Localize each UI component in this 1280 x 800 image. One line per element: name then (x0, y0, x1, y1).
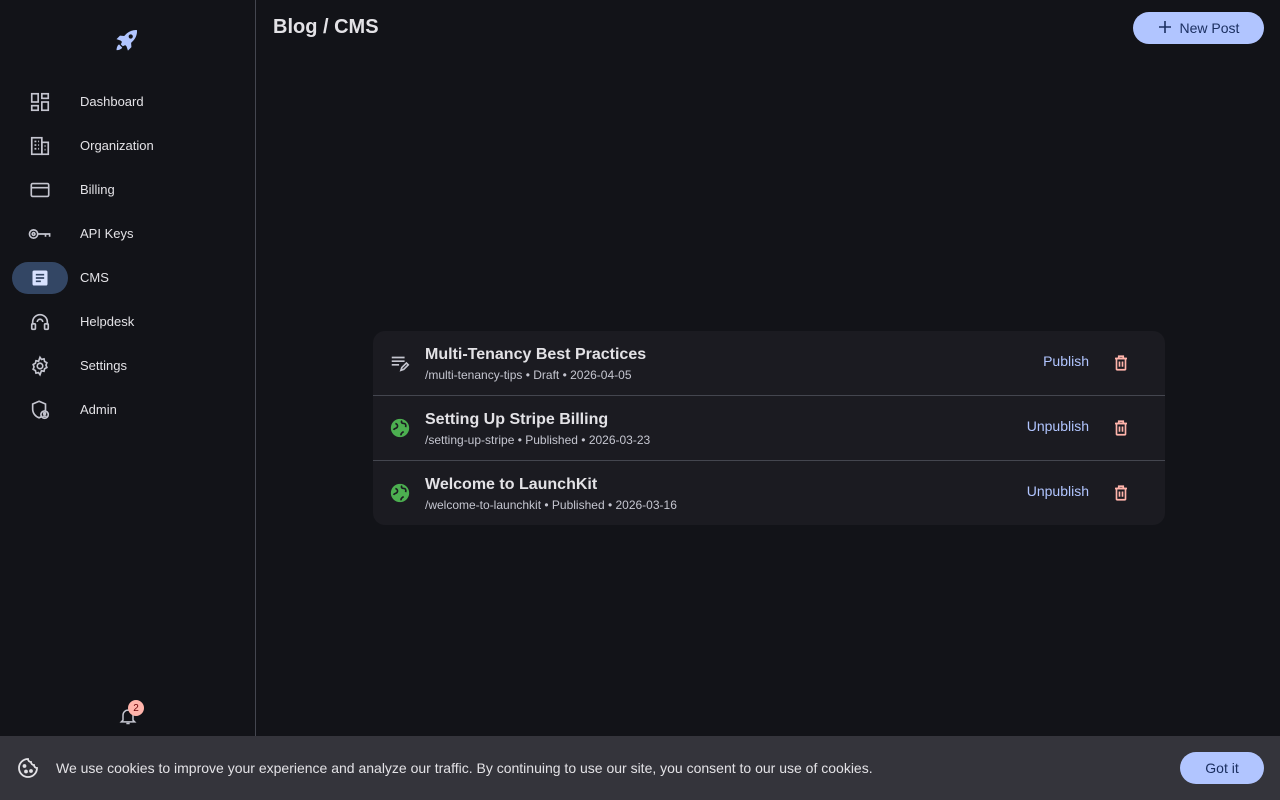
cookie-message: We use cookies to improve your experienc… (56, 760, 873, 776)
sidebar-item-label: CMS (80, 270, 109, 285)
plus-icon (1158, 20, 1172, 37)
sidebar-item-api-keys[interactable]: API Keys (0, 212, 256, 256)
edit-note-icon (389, 352, 411, 374)
cookie-banner: We use cookies to improve your experienc… (0, 736, 1280, 800)
unpublish-button[interactable]: Unpublish (1027, 418, 1089, 434)
got-it-button[interactable]: Got it (1180, 752, 1264, 784)
page-title: Blog / CMS (273, 16, 379, 38)
sidebar-item-dashboard[interactable]: Dashboard (0, 80, 256, 124)
post-row: Setting Up Stripe Billing /setting-up-st… (373, 396, 1165, 461)
sidebar-item-label: Admin (80, 402, 117, 417)
post-meta: /multi-tenancy-tips • Draft • 2026-04-05 (425, 368, 632, 382)
sidebar-item-settings[interactable]: Settings (0, 344, 256, 388)
sidebar-item-cms[interactable]: CMS (0, 256, 256, 300)
sidebar-item-helpdesk[interactable]: Helpdesk (0, 300, 256, 344)
sidebar-item-label: Dashboard (80, 94, 144, 109)
key-icon (12, 218, 68, 250)
sidebar-item-label: Helpdesk (80, 314, 135, 329)
delete-icon[interactable] (1109, 351, 1133, 375)
admin-shield-icon (12, 394, 68, 426)
post-title[interactable]: Multi-Tenancy Best Practices (425, 346, 646, 364)
new-post-button[interactable]: New Post (1133, 12, 1264, 44)
delete-icon[interactable] (1109, 481, 1133, 505)
sidebar-item-label: Settings (80, 358, 127, 373)
post-meta: /setting-up-stripe • Published • 2026-03… (425, 433, 651, 447)
sidebar: Dashboard Organization Billing API Keys … (0, 0, 256, 736)
headset-icon (12, 306, 68, 338)
rocket-icon[interactable] (112, 25, 142, 55)
sidebar-item-admin[interactable]: Admin (0, 388, 256, 432)
post-row: Welcome to LaunchKit /welcome-to-launchk… (373, 461, 1165, 525)
credit-card-icon (12, 174, 68, 206)
unpublish-button[interactable]: Unpublish (1027, 483, 1089, 499)
post-title[interactable]: Welcome to LaunchKit (425, 476, 597, 494)
app-root: Dashboard Organization Billing API Keys … (0, 0, 1280, 800)
sidebar-item-billing[interactable]: Billing (0, 168, 256, 212)
dashboard-icon (12, 86, 68, 118)
globe-icon (389, 482, 411, 504)
sidebar-nav: Dashboard Organization Billing API Keys … (0, 80, 256, 432)
building-icon (12, 130, 68, 162)
notification-count-badge: 2 (128, 700, 144, 716)
cookie-icon (16, 756, 40, 780)
gear-icon (12, 350, 68, 382)
delete-icon[interactable] (1109, 416, 1133, 440)
sidebar-item-organization[interactable]: Organization (0, 124, 256, 168)
sidebar-item-label: API Keys (80, 226, 134, 241)
post-title[interactable]: Setting Up Stripe Billing (425, 411, 608, 429)
publish-button[interactable]: Publish (1043, 353, 1089, 369)
post-list: Multi-Tenancy Best Practices /multi-tena… (373, 331, 1165, 525)
article-icon (12, 262, 68, 294)
post-row: Multi-Tenancy Best Practices /multi-tena… (373, 331, 1165, 396)
sidebar-item-label: Organization (80, 138, 154, 153)
sidebar-item-label: Billing (80, 182, 115, 197)
new-post-label: New Post (1179, 20, 1240, 36)
globe-icon (389, 417, 411, 439)
post-meta: /welcome-to-launchkit • Published • 2026… (425, 498, 677, 512)
